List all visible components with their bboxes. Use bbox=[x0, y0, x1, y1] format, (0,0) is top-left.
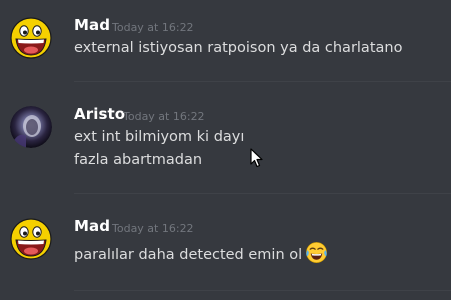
message-timestamp: Today at 16:22 bbox=[112, 21, 194, 34]
chat-messages: Mad Today at 16:22 external istiyosan ra… bbox=[0, 0, 451, 300]
avatar[interactable] bbox=[10, 17, 52, 59]
username[interactable]: Mad bbox=[74, 16, 110, 34]
message-text: external istiyosan ratpoison ya da charl… bbox=[74, 40, 403, 56]
mouse-cursor-icon bbox=[250, 148, 263, 172]
message-timestamp: Today at 16:22 bbox=[112, 222, 194, 235]
message-timestamp: Today at 16:22 bbox=[123, 110, 205, 123]
message-text: fazla abartmadan bbox=[74, 152, 203, 168]
awesome-face-icon bbox=[10, 218, 52, 260]
message-divider bbox=[74, 193, 451, 194]
username[interactable]: Mad bbox=[74, 217, 110, 235]
awesome-face-icon bbox=[10, 17, 52, 59]
message-text: paralılar daha detected emin ol bbox=[74, 241, 328, 268]
portrait-avatar-icon bbox=[10, 106, 52, 148]
message-divider bbox=[74, 81, 451, 82]
tears-of-joy-icon bbox=[305, 241, 328, 268]
message-divider bbox=[74, 290, 451, 291]
username[interactable]: Aristo bbox=[74, 105, 125, 123]
message-text: ext int bilmiyom ki dayı bbox=[74, 129, 245, 145]
avatar[interactable] bbox=[10, 218, 52, 260]
avatar[interactable] bbox=[10, 106, 52, 148]
message-text-content: paralılar daha detected emin ol bbox=[74, 247, 303, 263]
